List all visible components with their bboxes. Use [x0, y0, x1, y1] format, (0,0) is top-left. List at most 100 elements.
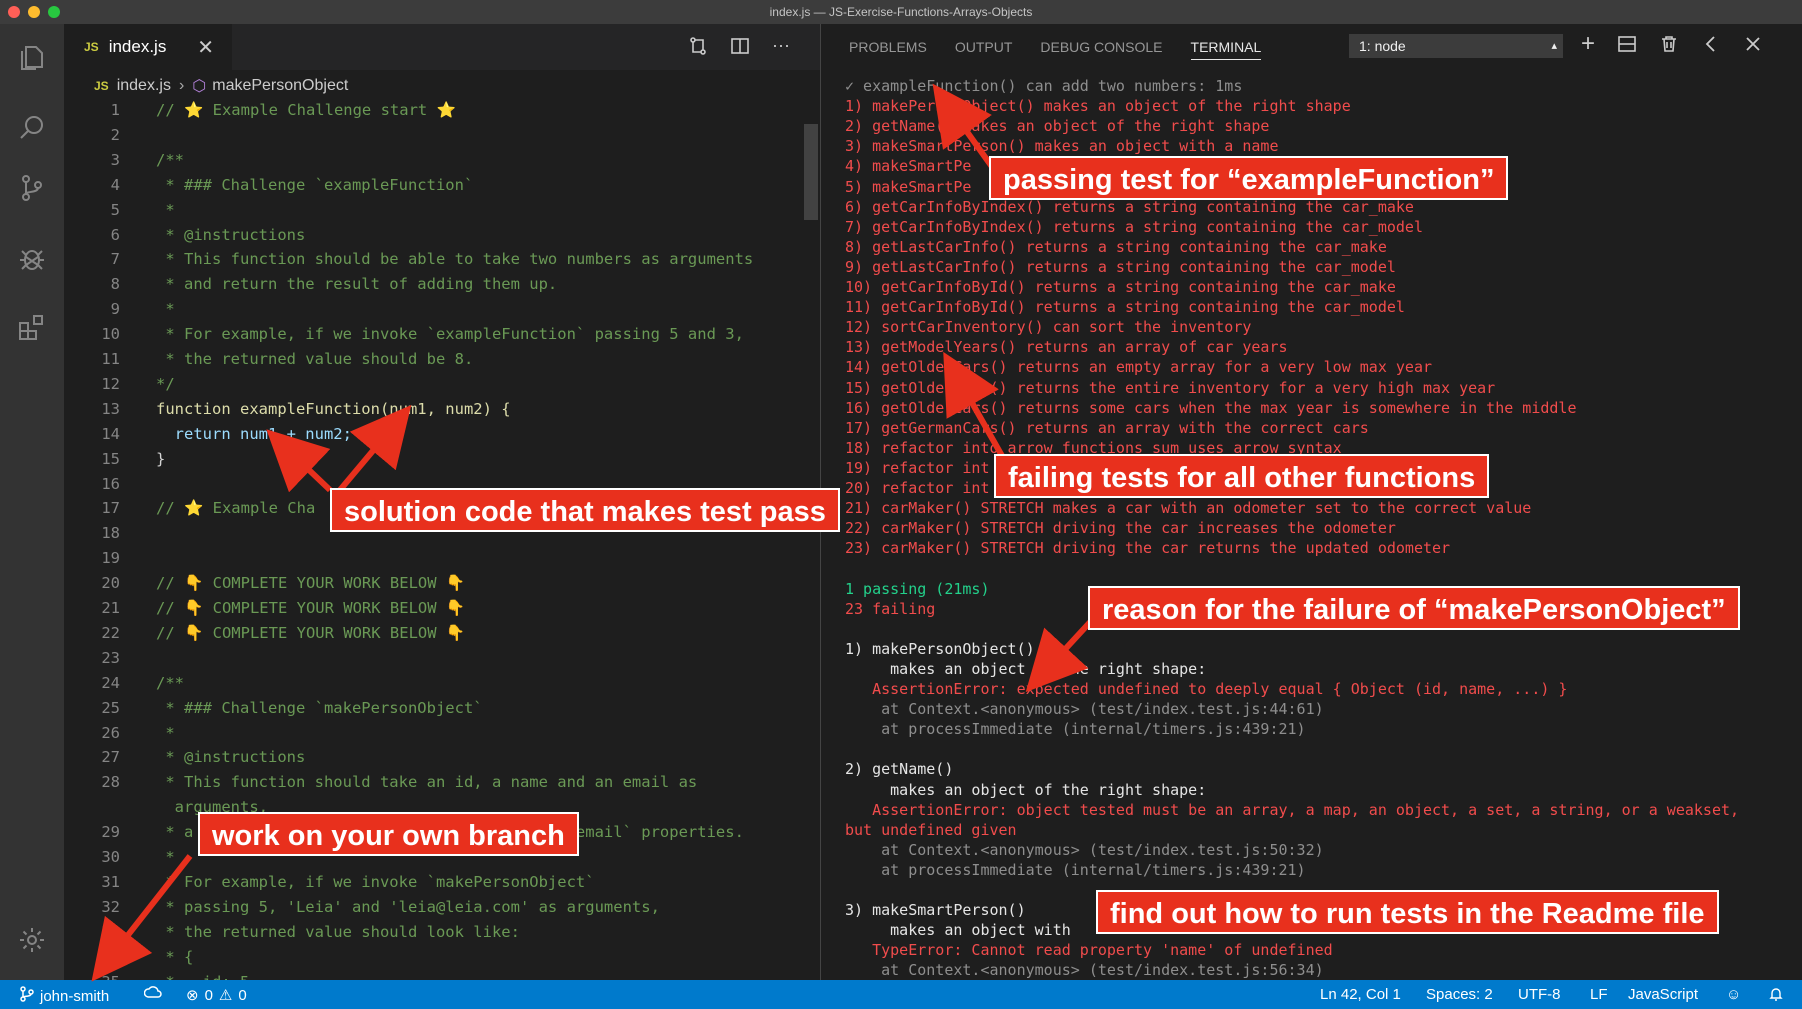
code-text: * @instructions	[156, 748, 306, 767]
tab-terminal[interactable]: TERMINAL	[1190, 39, 1262, 60]
line-number: 14	[101, 424, 120, 443]
git-branch-icon	[20, 986, 34, 1006]
breadcrumb-file[interactable]: index.js	[117, 77, 171, 95]
line-number: 12	[101, 374, 120, 393]
code-text: * This function should take an id, a nam…	[156, 773, 698, 792]
terminal-line: makes an object of the right shape:	[845, 659, 1207, 678]
terminal-selector[interactable]: 1: node ▴	[1349, 34, 1563, 58]
line-number: 10	[101, 325, 120, 344]
debug-icon[interactable]	[12, 238, 52, 278]
line-number: 6	[110, 225, 120, 244]
code-text: // 👇 COMPLETE YOUR WORK BELOW 👇	[156, 623, 466, 642]
code-text: * For example, if we invoke `exampleFunc…	[156, 325, 744, 344]
terminal-line: at processImmediate (internal/timers.js:…	[845, 720, 1306, 739]
line-number: 25	[101, 698, 120, 717]
extensions-icon[interactable]	[12, 308, 52, 348]
line-number: 30	[101, 848, 120, 866]
terminal-line: 23 failing	[845, 599, 936, 618]
breadcrumb-symbol[interactable]: makePersonObject	[212, 77, 348, 95]
cursor-position[interactable]: Ln 42, Col 1	[1320, 986, 1401, 1003]
terminal-line: 5) makeSmartPe	[845, 177, 972, 196]
warning-count: 0	[238, 986, 247, 1004]
annotation-readme: find out how to run tests in the Readme …	[1096, 890, 1719, 934]
line-number: 20	[101, 574, 120, 593]
line-number: 21	[101, 599, 120, 617]
code-text: * the returned value should be 8.	[156, 350, 474, 368]
problems-indicator[interactable]: ⊗ 0 ⚠ 0	[186, 986, 247, 1005]
encoding[interactable]: UTF-8	[1518, 986, 1561, 1003]
code-text: *	[156, 848, 175, 866]
explorer-icon[interactable]	[12, 38, 52, 78]
line-number: 34	[101, 947, 120, 966]
line-number: 8	[110, 275, 120, 294]
code-text: /**	[156, 150, 184, 169]
new-terminal-icon[interactable]: +	[1581, 32, 1595, 59]
code-text: * {	[156, 947, 194, 966]
terminal-line: 22) carMaker() STRETCH driving the car i…	[845, 519, 1396, 538]
language-mode[interactable]: JavaScript	[1628, 986, 1698, 1003]
line-number: 9	[110, 300, 120, 319]
terminal-line: 16) getOlderCars() returns some cars whe…	[845, 398, 1577, 417]
terminal-line: 12) sortCarInventory() can sort the inve…	[845, 318, 1252, 337]
code-text: * ### Challenge `makePersonObject`	[156, 698, 483, 717]
more-actions-icon[interactable]: ···	[772, 36, 790, 61]
editor-scrollbar[interactable]	[804, 124, 818, 220]
code-text: // 👇 COMPLETE YOUR WORK BELOW 👇	[156, 599, 466, 617]
terminal-line: at processImmediate (internal/timers.js:…	[845, 860, 1306, 879]
terminal-line: 13) getModelYears() returns an array of …	[845, 338, 1288, 357]
tab-index-js[interactable]: JS index.js ✕	[64, 24, 232, 70]
line-number: 1	[110, 101, 120, 119]
terminal-line: AssertionError: object tested must be an…	[845, 800, 1740, 819]
sync-icon[interactable]	[144, 986, 162, 1000]
terminal-line: but undefined given	[845, 820, 1017, 839]
activity-bar	[0, 24, 64, 980]
line-number: 29	[101, 823, 120, 842]
line-number: 7	[110, 250, 120, 269]
tab-label: index.js	[108, 37, 167, 56]
chevron-left-icon[interactable]	[1701, 34, 1721, 59]
open-changes-icon[interactable]	[688, 36, 708, 61]
line-number: 18	[101, 524, 120, 543]
terminal-line: 20) refactor int	[845, 479, 990, 497]
line-number: 28	[101, 773, 120, 792]
branch-indicator[interactable]: john-smith	[20, 986, 109, 1006]
terminal-line: 2) getName() makes an object of the righ…	[845, 117, 1270, 136]
line-ending[interactable]: LF	[1590, 986, 1608, 1003]
indentation[interactable]: Spaces: 2	[1426, 986, 1493, 1003]
code-text: * For example, if we invoke `makePersonO…	[156, 872, 595, 891]
code-text: // ⭐️ Example Cha	[156, 499, 316, 518]
line-number: 22	[101, 623, 120, 642]
terminal-selector-value: 1: node	[1359, 38, 1406, 54]
error-count: 0	[204, 986, 213, 1004]
line-number: 32	[101, 897, 120, 916]
terminal-line: 1) makePersonObject() makes an object of…	[845, 97, 1351, 116]
tab-debug-console[interactable]: DEBUG CONSOLE	[1040, 39, 1162, 55]
updown-icon: ▴	[1551, 40, 1557, 52]
code-text: */	[156, 374, 175, 393]
close-panel-icon[interactable]	[1743, 34, 1763, 59]
split-editor-icon[interactable]	[730, 36, 750, 61]
annotation-failing: failing tests for all other functions	[994, 454, 1490, 498]
source-control-icon[interactable]	[12, 168, 52, 208]
settings-gear-icon[interactable]	[12, 920, 52, 960]
code-text: * This function should be able to take t…	[156, 250, 754, 269]
feedback-smiley-icon[interactable]: ☺	[1726, 986, 1741, 1003]
search-icon[interactable]	[12, 108, 52, 148]
annotation-solution: solution code that makes test pass	[330, 488, 840, 532]
close-tab-icon[interactable]: ✕	[197, 35, 214, 60]
line-number: 11	[101, 350, 120, 368]
code-text: *	[156, 200, 175, 219]
terminal-line: 2) getName()	[845, 760, 954, 779]
line-number: 24	[101, 673, 120, 692]
terminal-line: 11) getCarInfoById() returns a string co…	[845, 298, 1405, 317]
split-terminal-icon[interactable]	[1617, 34, 1637, 59]
warning-icon: ⚠	[218, 987, 233, 1004]
code-text: // 👇 COMPLETE YOUR WORK BELOW 👇	[156, 574, 466, 593]
code-text: }	[156, 449, 166, 468]
line-number: 15	[101, 449, 120, 468]
terminal-line: at Context.<anonymous> (test/index.test.…	[845, 961, 1324, 980]
trash-icon[interactable]	[1659, 34, 1679, 59]
notifications-bell-icon[interactable]	[1768, 986, 1784, 1002]
tab-output[interactable]: OUTPUT	[955, 39, 1013, 55]
tab-problems[interactable]: PROBLEMS	[849, 39, 927, 55]
